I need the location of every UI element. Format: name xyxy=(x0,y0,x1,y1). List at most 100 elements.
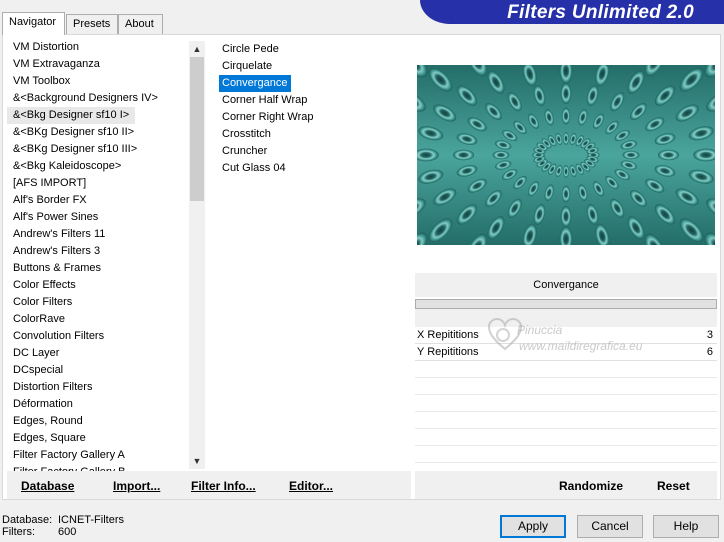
tab-navigator[interactable]: Navigator xyxy=(2,12,65,35)
category-item[interactable]: ColorRave xyxy=(7,311,189,328)
filter-item[interactable]: Cirquelate xyxy=(219,58,409,75)
category-label: Color Effects xyxy=(13,279,76,291)
filter-label: Cut Glass 04 xyxy=(222,162,286,174)
category-item[interactable]: Color Effects xyxy=(7,277,189,294)
category-item[interactable]: Andrew's Filters 3 xyxy=(7,243,189,260)
scroll-up-icon[interactable]: ▲ xyxy=(189,41,205,57)
category-item[interactable]: [AFS IMPORT] xyxy=(7,175,189,192)
filter-item[interactable]: Cruncher xyxy=(219,143,409,160)
category-item[interactable]: &<BKg Designer sf10 II> xyxy=(7,124,189,141)
app-title: Filters Unlimited 2.0 xyxy=(507,2,694,23)
category-item[interactable]: &<BKg Designer sf10 III> xyxy=(7,141,189,158)
filter-label: Circle Pede xyxy=(222,43,279,55)
category-item[interactable]: &<Bkg Designer sf10 I> xyxy=(7,107,189,124)
category-item[interactable]: Color Filters xyxy=(7,294,189,311)
category-item[interactable]: &<Background Designers IV> xyxy=(7,90,189,107)
filters-count-label: Filters: xyxy=(2,526,35,538)
database-button[interactable]: Database xyxy=(21,479,74,493)
preview-oval xyxy=(657,149,680,161)
category-item[interactable]: Alf's Border FX xyxy=(7,192,189,209)
category-item[interactable]: Edges, Round xyxy=(7,413,189,430)
filter-item[interactable]: Corner Half Wrap xyxy=(219,92,409,109)
category-label: Alf's Border FX xyxy=(13,194,87,206)
preview-oval xyxy=(452,149,475,161)
category-item[interactable]: VM Distortion xyxy=(7,39,189,56)
category-label: &<Bkg Kaleidoscope> xyxy=(13,160,122,172)
category-label: Filter Factory Gallery B xyxy=(7,464,189,471)
category-item[interactable]: DC Layer xyxy=(7,345,189,362)
param-value: 3 xyxy=(706,329,713,341)
scroll-down-icon[interactable]: ▼ xyxy=(189,453,205,469)
filter-item[interactable]: Cut Glass 04 xyxy=(219,160,409,177)
status-info: Database: ICNET-Filters Filters: 600 xyxy=(2,514,124,538)
category-item[interactable]: DCspecial xyxy=(7,362,189,379)
empty-param-row xyxy=(415,361,717,378)
param-row-x[interactable]: X Repititions 3 xyxy=(415,327,717,344)
filter-item[interactable]: Circle Pede xyxy=(219,41,409,58)
category-item[interactable]: Alf's Power Sines xyxy=(7,209,189,226)
category-item[interactable]: Filter Factory Gallery A xyxy=(7,447,189,464)
preview-oval xyxy=(492,150,510,160)
category-label: DC Layer xyxy=(13,347,60,359)
filter-item[interactable]: Corner Right Wrap xyxy=(219,109,409,126)
category-label: VM Extravaganza xyxy=(13,58,100,70)
category-label: Edges, Round xyxy=(13,415,83,427)
title-banner: Filters Unlimited 2.0 xyxy=(420,0,724,24)
bottom-link-bar: Database Import... Filter Info... Editor… xyxy=(3,471,720,499)
tab-about[interactable]: About xyxy=(118,14,163,34)
help-button[interactable]: Help xyxy=(653,515,719,538)
preview-image xyxy=(417,65,715,245)
category-label: ColorRave xyxy=(13,313,65,325)
empty-param-row xyxy=(415,395,717,412)
category-label: Edges, Square xyxy=(13,432,86,444)
category-item[interactable]: Edges, Square xyxy=(7,430,189,447)
category-item[interactable]: &<Bkg Kaleidoscope> xyxy=(7,158,189,175)
category-label: Andrew's Filters 3 xyxy=(13,245,101,257)
reset-button[interactable]: Reset xyxy=(657,479,690,493)
filter-item[interactable]: Crosstitch xyxy=(219,126,409,143)
category-scrollbar[interactable]: ▲ ▼ xyxy=(189,41,205,469)
category-label: &<Background Designers IV> xyxy=(13,92,158,104)
preview-oval xyxy=(560,82,572,105)
tab-presets[interactable]: Presets xyxy=(66,14,118,34)
category-label: VM Toolbox xyxy=(13,75,71,87)
parameter-slider[interactable] xyxy=(415,299,717,309)
category-label: VM Distortion xyxy=(13,41,80,53)
category-label: &<BKg Designer sf10 II> xyxy=(13,126,135,138)
category-item[interactable]: VM Extravaganza xyxy=(7,56,189,73)
filter-label: Corner Right Wrap xyxy=(222,111,314,123)
category-item[interactable]: Distortion Filters xyxy=(7,379,189,396)
preview-oval xyxy=(622,150,640,160)
database-label: Database: xyxy=(2,514,53,526)
category-item[interactable]: VM Toolbox xyxy=(7,73,189,90)
empty-param-row xyxy=(415,446,717,463)
editor-button[interactable]: Editor... xyxy=(289,479,333,493)
param-row-y[interactable]: Y Repititions 6 xyxy=(415,344,717,361)
current-filter-name: Convergance xyxy=(415,273,717,297)
filters-count-value: 600 xyxy=(58,526,77,538)
param-label: X Repititions xyxy=(417,329,479,341)
category-label: DCspecial xyxy=(13,364,64,376)
filter-item[interactable]: Convergance xyxy=(219,75,409,92)
preview-oval xyxy=(561,107,571,125)
category-list[interactable]: VM Distortion VM Extravaganza VM Toolbox &<… xyxy=(7,39,189,471)
filter-label: Crosstitch xyxy=(222,128,271,140)
category-label: Buttons & Frames xyxy=(13,262,102,274)
import-button[interactable]: Import... xyxy=(113,479,160,493)
category-item[interactable]: Filter Factory Gallery B xyxy=(7,464,189,471)
category-item[interactable]: Convolution Filters xyxy=(7,328,189,345)
category-item[interactable]: Déformation xyxy=(7,396,189,413)
category-item[interactable]: Buttons & Frames xyxy=(7,260,189,277)
cancel-button[interactable]: Cancel xyxy=(577,515,643,538)
category-item[interactable]: Andrew's Filters 11 xyxy=(7,226,189,243)
filter-info-button[interactable]: Filter Info... xyxy=(191,479,256,493)
filter-list[interactable]: Circle Pede Cirquelate Convergance Corner H… xyxy=(219,41,409,177)
category-label: Déformation xyxy=(13,398,73,410)
randomize-button[interactable]: Randomize xyxy=(559,479,623,493)
empty-param-row xyxy=(415,412,717,429)
category-label: [AFS IMPORT] xyxy=(13,177,87,189)
category-label: Alf's Power Sines xyxy=(13,211,99,223)
empty-param-row xyxy=(415,378,717,395)
apply-button[interactable]: Apply xyxy=(500,515,566,538)
scrollbar-thumb[interactable] xyxy=(190,57,204,201)
